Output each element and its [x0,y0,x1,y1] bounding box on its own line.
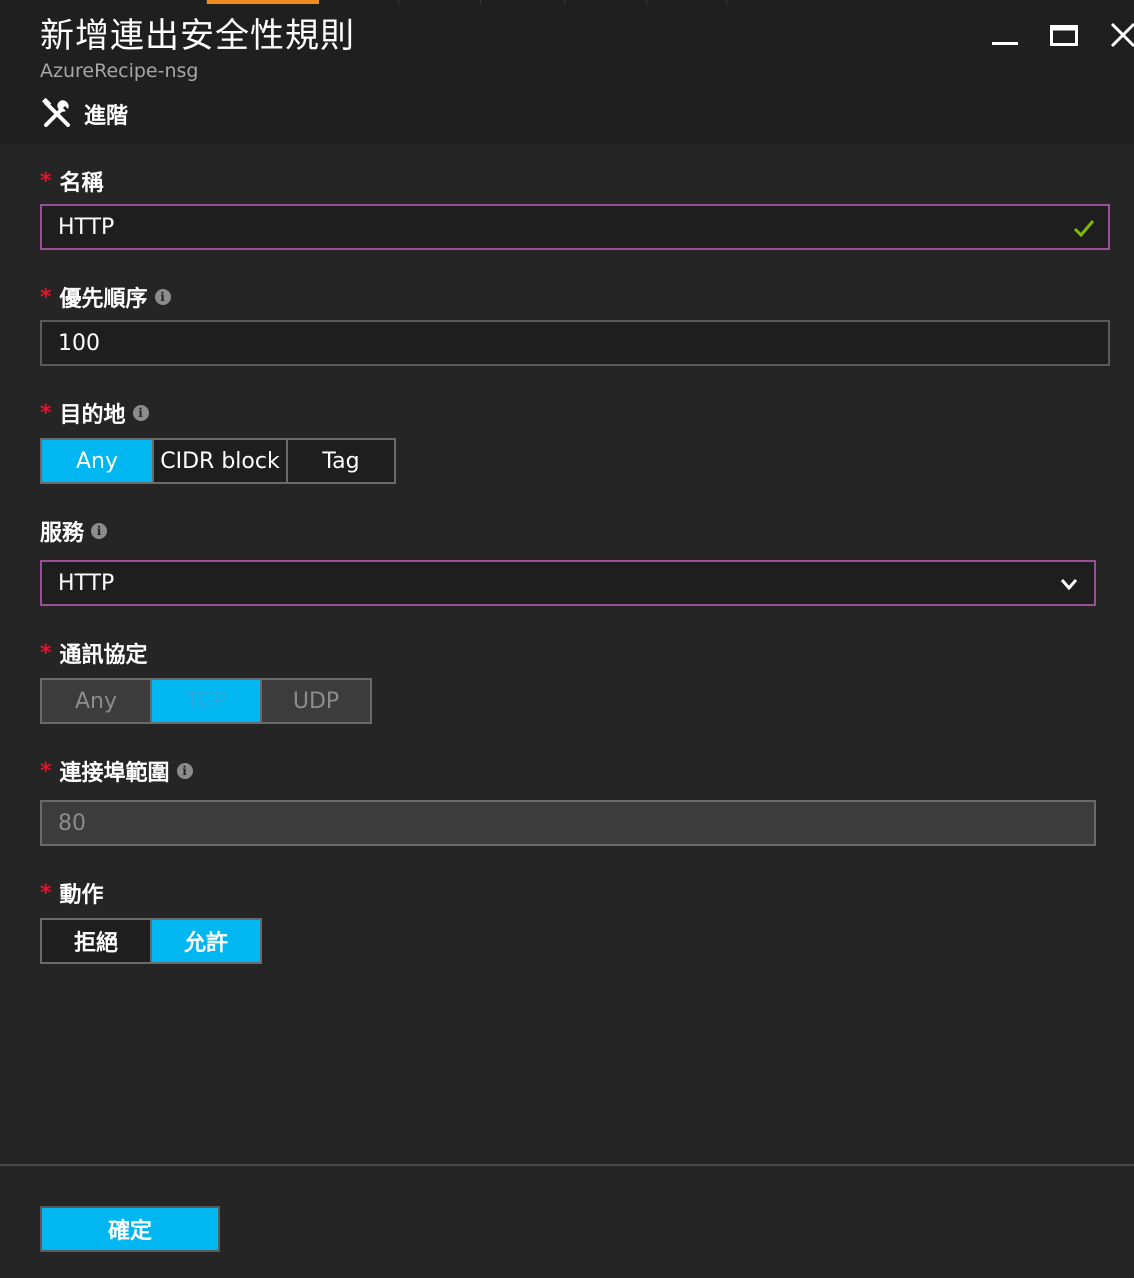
required-asterisk: * [40,284,52,310]
ok-button[interactable]: 確定 [40,1206,220,1252]
destination-option-tag[interactable]: Tag [288,440,394,482]
service-dropdown[interactable]: HTTP [40,560,1096,606]
info-icon[interactable]: i [154,289,171,305]
protocol-option-tcp[interactable]: TCP [152,680,262,722]
port-range-value: 80 [58,810,86,836]
port-range-input[interactable]: 80 [40,800,1096,846]
action-option-allow[interactable]: 允許 [152,920,260,962]
service-label-text: 服務 [40,521,85,546]
protocol-selector: Any TCP UDP [40,678,372,724]
destination-label: * 目的地 i [40,397,149,429]
page-title: 新增連出安全性規則 [40,16,355,56]
tab-divider [564,0,647,4]
active-tab-indicator [206,0,319,4]
name-value: HTTP [58,214,115,240]
required-asterisk: * [40,758,52,784]
destination-selector: Any CIDR block Tag [40,438,396,484]
chevron-down-icon [1060,579,1078,591]
priority-label: * 優先順序 i [40,281,171,313]
advanced-label: 進階 [84,104,129,129]
name-label-text: 名稱 [59,171,104,196]
priority-value: 100 [58,330,100,356]
footer-divider [0,1164,1134,1166]
port-range-label: * 連接埠範圍 i [40,755,193,787]
maximize-icon [1050,25,1078,46]
close-button[interactable] [1106,16,1134,54]
action-label: * 動作 [40,877,104,909]
name-input[interactable]: HTTP [40,204,1110,250]
service-label: 服務 i [40,515,108,547]
action-label-text: 動作 [59,883,104,908]
required-asterisk: * [40,168,52,194]
protocol-label-text: 通訊協定 [59,643,148,668]
blade-header: 新增連出安全性規則 AzureRecipe-nsg 進階 [0,0,1134,144]
info-icon[interactable]: i [132,405,149,421]
info-icon[interactable]: i [91,523,108,539]
tab-divider [646,0,727,4]
tab-divider [398,0,481,4]
tab-divider [480,0,565,4]
maximize-button[interactable] [1048,16,1082,54]
required-asterisk: * [40,880,52,906]
tab-divider [726,0,728,4]
protocol-option-udp[interactable]: UDP [262,680,370,722]
name-label: * 名稱 [40,165,104,197]
close-icon [1110,22,1134,48]
priority-label-text: 優先順序 [59,287,148,312]
info-icon[interactable]: i [176,763,193,779]
destination-option-cidr-block[interactable]: CIDR block [154,440,288,482]
checkmark-icon [1073,220,1095,238]
action-option-deny[interactable]: 拒絕 [42,920,152,962]
required-asterisk: * [40,400,52,426]
page-subtitle: AzureRecipe-nsg [40,60,199,82]
action-selector: 拒絕 允許 [40,918,262,964]
minimize-icon [992,42,1018,45]
required-asterisk: * [40,640,52,666]
minimize-button[interactable] [988,16,1022,54]
tools-icon [42,97,70,127]
priority-input[interactable]: 100 [40,320,1110,366]
protocol-option-any[interactable]: Any [42,680,152,722]
destination-label-text: 目的地 [59,403,126,428]
protocol-label: * 通訊協定 [40,637,148,669]
tab-strip [0,0,1134,4]
destination-option-any[interactable]: Any [42,440,154,482]
advanced-button[interactable]: 進階 [40,96,128,132]
port-range-label-text: 連接埠範圍 [59,761,170,786]
service-value: HTTP [58,570,115,596]
